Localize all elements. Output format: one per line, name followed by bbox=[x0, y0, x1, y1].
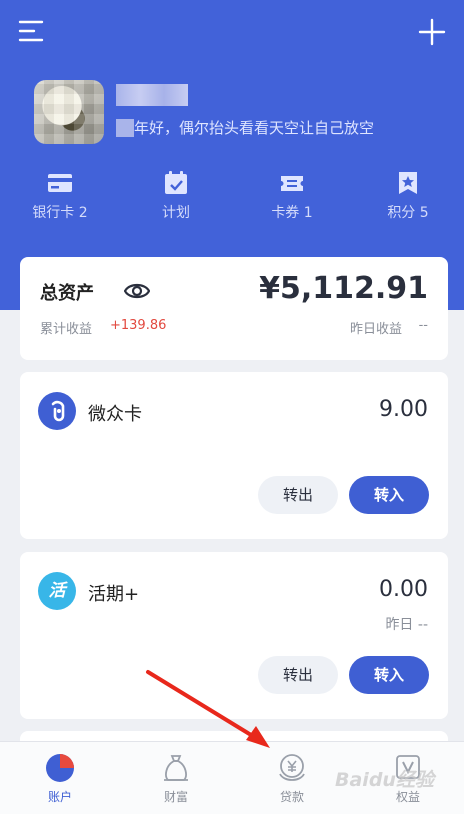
ticket-icon bbox=[281, 176, 303, 191]
quick-link-label: 积分 5 bbox=[387, 205, 429, 221]
weizhong-card-icon bbox=[38, 392, 76, 430]
bio-blurred-prefix bbox=[116, 119, 134, 137]
total-assets-amount: ¥5,112.91 bbox=[259, 271, 428, 306]
tab-label: 贷款 bbox=[279, 790, 304, 804]
money-bag-icon bbox=[164, 755, 188, 781]
yuan-coin-icon bbox=[279, 754, 305, 781]
product-name: 微众卡 bbox=[88, 404, 142, 425]
tab-label: 财富 bbox=[163, 790, 188, 804]
tab-wealth[interactable]: 财富 bbox=[118, 742, 234, 814]
current-plus-icon: 活 bbox=[38, 572, 76, 610]
bookmark-star-icon bbox=[399, 172, 417, 194]
transfer-in-button[interactable]: 转入 bbox=[349, 476, 429, 514]
product-card-current-plus[interactable]: 活 活期+ 0.00 昨日 -- 转出 转入 bbox=[20, 552, 448, 719]
quick-link-bank-card[interactable]: 银行卡 2 bbox=[10, 170, 110, 222]
watermark: Baidu经验 bbox=[335, 769, 434, 791]
menu-icon[interactable] bbox=[18, 18, 44, 44]
quick-link-points[interactable]: 积分 5 bbox=[358, 170, 458, 222]
tab-account[interactable]: 账户 bbox=[2, 742, 118, 814]
product-amount: 0.00 bbox=[379, 577, 428, 602]
cumulative-earnings-label: 累计收益 bbox=[40, 322, 93, 337]
product-name: 活期+ bbox=[88, 584, 140, 605]
plus-icon[interactable] bbox=[418, 18, 446, 46]
quick-link-label: 银行卡 2 bbox=[32, 205, 88, 221]
total-assets-card[interactable]: 总资产 ¥5,112.91 累计收益 +139.86 昨日收益 -- bbox=[20, 257, 448, 360]
quick-link-label: 计划 bbox=[162, 205, 190, 221]
yesterday-earnings-label: 昨日收益 bbox=[349, 322, 402, 337]
transfer-out-button[interactable]: 转出 bbox=[258, 656, 338, 694]
transfer-out-button[interactable]: 转出 bbox=[258, 476, 338, 514]
product-amount: 9.00 bbox=[379, 397, 428, 422]
total-assets-title: 总资产 bbox=[40, 283, 94, 304]
cumulative-earnings-value: +139.86 bbox=[110, 318, 167, 333]
coin-icon bbox=[51, 400, 65, 422]
pie-chart-icon bbox=[46, 754, 74, 782]
calendar-check-icon bbox=[165, 171, 187, 194]
username-blurred bbox=[116, 84, 188, 106]
product-card-weizhong[interactable]: 微众卡 9.00 转出 转入 bbox=[20, 372, 448, 539]
tab-label: 账户 bbox=[47, 790, 72, 804]
tab-loan[interactable]: 贷款 bbox=[234, 742, 350, 814]
bank-card-icon bbox=[48, 174, 72, 192]
transfer-in-button[interactable]: 转入 bbox=[349, 656, 429, 694]
user-bio: 年好，偶尔抬头看看天空让自己放空 bbox=[134, 119, 375, 137]
yesterday-earnings-value: -- bbox=[418, 318, 428, 333]
avatar[interactable] bbox=[34, 80, 104, 144]
quick-link-plan[interactable]: 计划 bbox=[126, 170, 226, 222]
quick-link-label: 卡券 1 bbox=[271, 205, 313, 221]
quick-link-coupon[interactable]: 卡券 1 bbox=[242, 170, 342, 222]
product-yesterday-earnings: 昨日 -- bbox=[385, 617, 428, 633]
eye-icon[interactable] bbox=[124, 279, 150, 303]
